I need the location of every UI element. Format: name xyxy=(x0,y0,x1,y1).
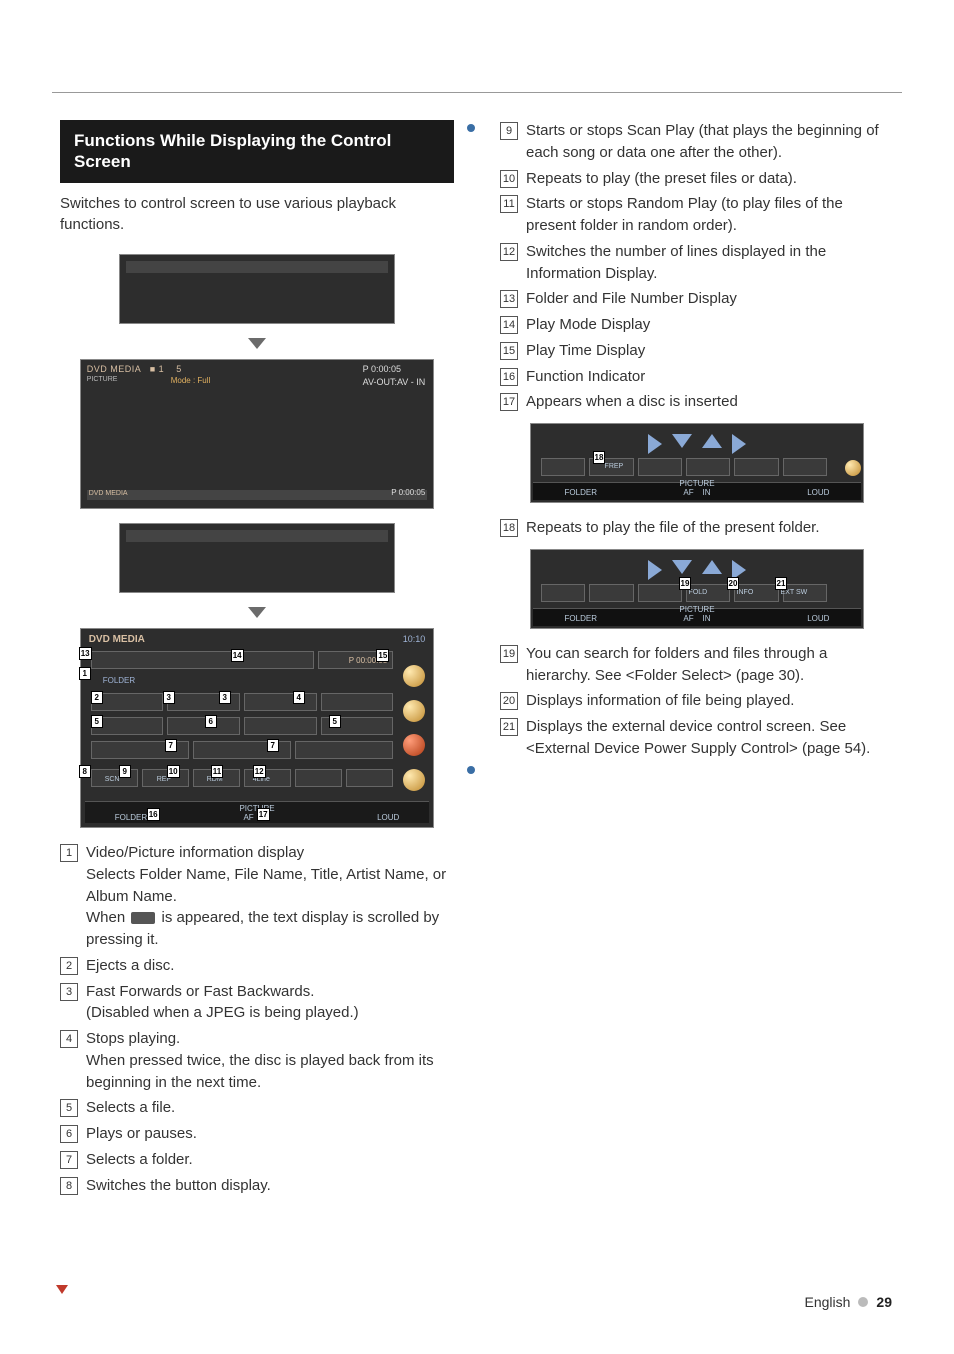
description-item: 13 Folder and File Number Display xyxy=(500,288,894,310)
item-text: Selects a folder. xyxy=(86,1149,454,1171)
item-text: Starts or stops Random Play (to play fil… xyxy=(526,193,894,237)
continue-indicator-icon xyxy=(56,1285,68,1294)
figure-device-faceplate-2 xyxy=(119,523,395,593)
item-number-box: 5 xyxy=(60,1099,78,1117)
two-column-layout: Functions While Displaying the Control S… xyxy=(60,120,894,1200)
item-text: Repeats to play (the preset files or dat… xyxy=(526,168,894,190)
description-item: 3 Fast Forwards or Fast Backwards.(Disabl… xyxy=(60,981,454,1025)
description-item: 8 Switches the button display. xyxy=(60,1175,454,1197)
fig-clock: 10:10 xyxy=(403,633,426,646)
item-number-box: 17 xyxy=(500,393,518,411)
description-item: 20 Displays information of file being pla… xyxy=(500,690,894,712)
item-text: Plays or pauses. xyxy=(86,1123,454,1145)
fig-dvd-media-title: DVD MEDIA xyxy=(89,633,145,648)
description-item: 5 Selects a file. xyxy=(60,1097,454,1119)
section-heading: Functions While Displaying the Control S… xyxy=(60,120,454,183)
description-item: 16 Function Indicator xyxy=(500,366,894,388)
description-item: 1 Video/Picture information displaySelect… xyxy=(60,842,454,951)
item-text: Selects a file. xyxy=(86,1097,454,1119)
figure-control-strip-fold: FOLD INFO EXT SW 19 20 21 FOLDER PICTURE… xyxy=(530,549,865,629)
right-column: 9 Starts or stops Scan Play (that plays t… xyxy=(500,120,894,1200)
description-item: 11 Starts or stops Random Play (to play f… xyxy=(500,193,894,237)
description-item: 17 Appears when a disc is inserted xyxy=(500,391,894,413)
section-intro: Switches to control screen to use variou… xyxy=(60,193,454,237)
description-item: 7 Selects a folder. xyxy=(60,1149,454,1171)
item-number-box: 14 xyxy=(500,316,518,334)
right-item-list-a: 9 Starts or stops Scan Play (that plays t… xyxy=(500,120,894,413)
item-text: You can search for folders and files thr… xyxy=(526,643,894,687)
page-footer: English 29 xyxy=(805,1292,893,1312)
left-item-list: 1 Video/Picture information displaySelect… xyxy=(60,842,454,1196)
page-top-rule xyxy=(52,92,902,93)
right-item-list-c: 19 You can search for folders and files t… xyxy=(500,643,894,760)
description-item: 2 Ejects a disc. xyxy=(60,955,454,977)
description-item: 15 Play Time Display xyxy=(500,340,894,362)
arrow-down-icon xyxy=(248,607,266,618)
description-item: 4 Stops playing.When pressed twice, the d… xyxy=(60,1028,454,1093)
item-number-box: 7 xyxy=(60,1151,78,1169)
fig-label-dvd: DVD MEDIA xyxy=(87,364,141,374)
item-number-box: 10 xyxy=(500,170,518,188)
footer-language: English xyxy=(805,1292,851,1312)
item-text: Stops playing.When pressed twice, the di… xyxy=(86,1028,454,1093)
description-item: 9 Starts or stops Scan Play (that plays t… xyxy=(500,120,894,164)
description-item: 18 Repeats to play the file of the presen… xyxy=(500,517,894,539)
item-number-box: 18 xyxy=(500,519,518,537)
item-number-box: 11 xyxy=(500,195,518,213)
item-text: Displays information of file being playe… xyxy=(526,690,894,712)
figure-control-strip-frep: FREP 18 FOLDER PICTURE AF IN LOUD xyxy=(530,423,865,503)
item-number-box: 19 xyxy=(500,645,518,663)
item-number-box: 21 xyxy=(500,718,518,736)
item-text: Fast Forwards or Fast Backwards.(Disable… xyxy=(86,981,454,1025)
item-text: Folder and File Number Display xyxy=(526,288,894,310)
left-column: Functions While Displaying the Control S… xyxy=(60,120,454,1200)
item-text: Function Indicator xyxy=(526,366,894,388)
item-number-box: 9 xyxy=(500,122,518,140)
item-number-box: 13 xyxy=(500,290,518,308)
range-end-dot-icon xyxy=(467,766,475,774)
item-number-box: 4 xyxy=(60,1030,78,1048)
item-number-box: 20 xyxy=(500,692,518,710)
footer-page-number: 29 xyxy=(876,1292,892,1312)
figure-control-menu-annotated: DVD MEDIA 10:10 P 00:00:05 FOLDER xyxy=(80,628,435,828)
footer-bullet-icon xyxy=(858,1297,868,1307)
item-number-box: 3 xyxy=(60,983,78,1001)
item-text: Switches the button display. xyxy=(86,1175,454,1197)
item-number-box: 15 xyxy=(500,342,518,360)
item-text: Video/Picture information displaySelects… xyxy=(86,842,454,951)
item-number-box: 16 xyxy=(500,368,518,386)
description-item: 10 Repeats to play (the preset files or d… xyxy=(500,168,894,190)
description-item: 14 Play Mode Display xyxy=(500,314,894,336)
description-item: 12 Switches the number of lines displayed… xyxy=(500,241,894,285)
item-text: Play Time Display xyxy=(526,340,894,362)
description-item: 21 Displays the external device control s… xyxy=(500,716,894,760)
arrow-down-icon xyxy=(248,338,266,349)
scroll-indicator-icon xyxy=(131,912,155,924)
section-heading-text: Functions While Displaying the Control S… xyxy=(74,131,391,171)
item-number-box: 2 xyxy=(60,957,78,975)
item-text: Repeats to play the file of the present … xyxy=(526,517,894,539)
range-end-dot-icon xyxy=(467,124,475,132)
item-number-box: 1 xyxy=(60,844,78,862)
description-item: 6 Plays or pauses. xyxy=(60,1123,454,1145)
item-text: Play Mode Display xyxy=(526,314,894,336)
item-number-box: 6 xyxy=(60,1125,78,1143)
item-text: Appears when a disc is inserted xyxy=(526,391,894,413)
item-number-box: 8 xyxy=(60,1177,78,1195)
item-text: Starts or stops Scan Play (that plays th… xyxy=(526,120,894,164)
figure-playback-overlay: DVD MEDIA ■ 1 5 P 0:00:05 AV-OUT:AV - IN… xyxy=(80,359,435,509)
item-text: Switches the number of lines displayed i… xyxy=(526,241,894,285)
item-number-box: 12 xyxy=(500,243,518,261)
right-item-list-b: 18 Repeats to play the file of the presen… xyxy=(500,517,894,539)
figure-device-faceplate-1 xyxy=(119,254,395,324)
item-text: Displays the external device control scr… xyxy=(526,716,894,760)
item-text: Ejects a disc. xyxy=(86,955,454,977)
description-item: 19 You can search for folders and files t… xyxy=(500,643,894,687)
